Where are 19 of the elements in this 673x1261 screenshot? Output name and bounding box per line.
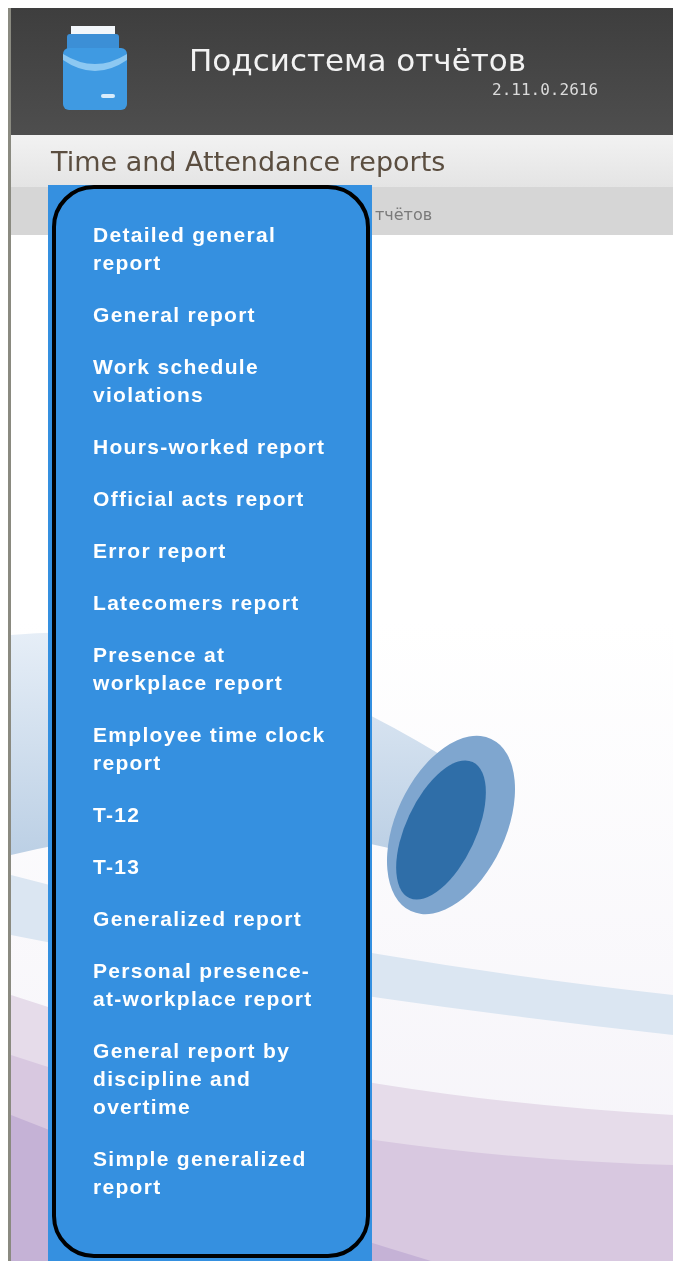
- menu-item[interactable]: Presence at workplace report: [93, 641, 329, 697]
- menu-item[interactable]: Work schedule violations: [93, 353, 329, 409]
- menu-item[interactable]: Error report: [93, 537, 329, 565]
- menu-item[interactable]: T-13: [93, 853, 329, 881]
- menu-item[interactable]: Personal presence-at-workplace report: [93, 957, 329, 1013]
- menu-item[interactable]: Hours-worked report: [93, 433, 329, 461]
- menu-item[interactable]: T-12: [93, 801, 329, 829]
- menu-item[interactable]: Generalized report: [93, 905, 329, 933]
- section-title: Time and Attendance reports: [51, 145, 446, 177]
- menu-item[interactable]: Latecomers report: [93, 589, 329, 617]
- menu-item[interactable]: Detailed general report: [93, 221, 329, 277]
- menu-item[interactable]: Official acts report: [93, 485, 329, 513]
- app-title: Подсистема отчётов: [189, 42, 527, 78]
- menu-item[interactable]: General report: [93, 301, 329, 329]
- breadcrumb-text: тчётов: [375, 203, 433, 224]
- menu-item[interactable]: Simple generalized report: [93, 1145, 329, 1201]
- menu-item[interactable]: Employee time clock report: [93, 721, 329, 777]
- menu-item[interactable]: General report by discipline and overtime: [93, 1037, 329, 1121]
- version-label: 2.11.0.2616: [492, 80, 599, 99]
